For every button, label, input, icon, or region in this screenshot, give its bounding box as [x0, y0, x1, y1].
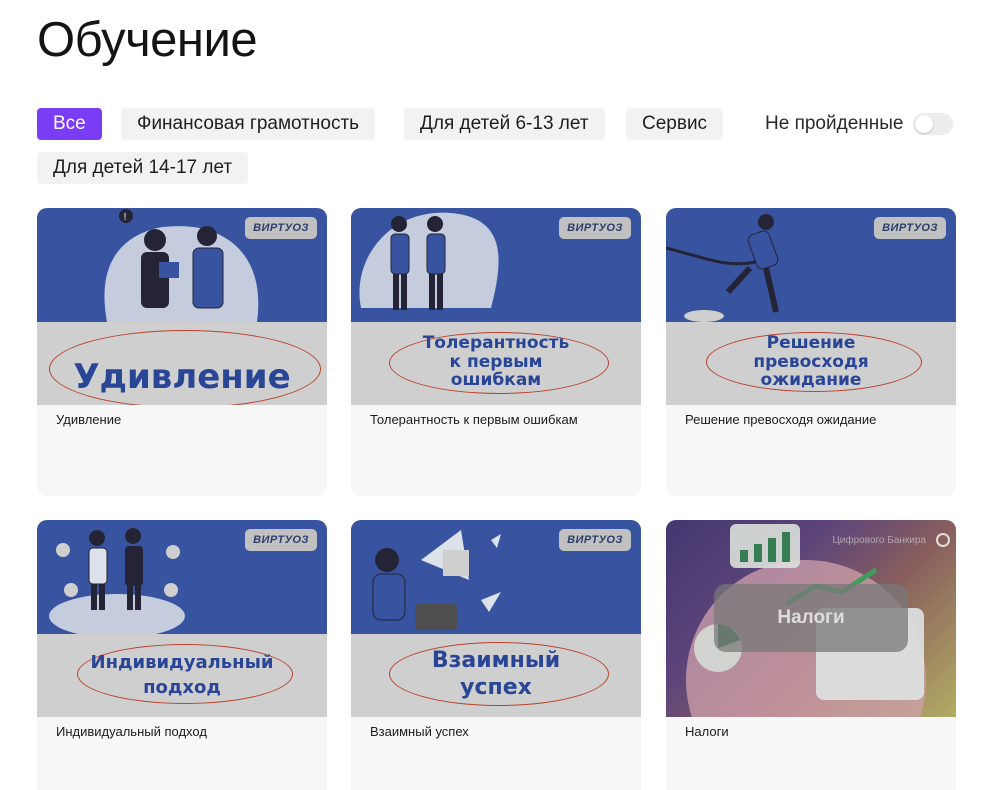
course-cover: Решение превосходя ожидание ВИРТУОЗ	[666, 208, 956, 405]
filter-all[interactable]: Все	[37, 108, 102, 140]
course-card-exceeding-expectations[interactable]: Решение превосходя ожидание ВИРТУОЗ Реше…	[666, 208, 956, 496]
not-completed-label: Не пройденные	[765, 113, 904, 134]
course-cover: Взаимный успех ВИРТУОЗ	[351, 520, 641, 717]
course-title: Налоги	[685, 724, 729, 739]
course-cover: ! Удивление ВИРТУОЗ	[37, 208, 327, 405]
cover-overlay	[351, 520, 641, 717]
course-cover: Толерантность к первым ошибкам ВИРТУОЗ	[351, 208, 641, 405]
course-card-tolerance[interactable]: Толерантность к первым ошибкам ВИРТУОЗ Т…	[351, 208, 641, 496]
course-cover: Налоги Цифрового Банкира	[666, 520, 956, 717]
course-card-taxes[interactable]: Налоги Цифрового Банкира Налоги	[666, 520, 956, 790]
course-title: Индивидуальный подход	[56, 724, 207, 739]
cover-overlay	[37, 208, 327, 405]
not-completed-toggle[interactable]	[913, 113, 954, 135]
filter-kids-14-17[interactable]: Для детей 14-17 лет	[37, 152, 249, 184]
course-card-mutual-success[interactable]: Взаимный успех ВИРТУОЗ Взаимный успех	[351, 520, 641, 790]
toggle-knob	[915, 115, 934, 133]
course-cover: Индивидуальный подход ВИРТУОЗ	[37, 520, 327, 717]
course-title: Толерантность к первым ошибкам	[370, 412, 578, 427]
not-completed-filter: Не пройденные	[765, 108, 954, 140]
course-title: Удивление	[56, 412, 122, 427]
course-card-individual-approach[interactable]: Индивидуальный подход ВИРТУОЗ Индивидуал…	[37, 520, 327, 790]
filter-kids-6-13[interactable]: Для детей 6-13 лет	[404, 108, 605, 140]
course-title: Решение превосходя ожидание	[685, 412, 877, 427]
cover-overlay	[666, 208, 956, 405]
filter-service[interactable]: Сервис	[626, 108, 724, 140]
cover-overlay	[666, 520, 956, 717]
page-title: Обучение	[37, 13, 258, 67]
cover-overlay	[351, 208, 641, 405]
filter-financial-literacy[interactable]: Финансовая грамотность	[121, 108, 376, 140]
cover-overlay	[37, 520, 327, 717]
course-title: Взаимный успех	[370, 724, 469, 739]
course-card-surprise[interactable]: ! Удивление ВИРТУОЗ Удивление	[37, 208, 327, 496]
